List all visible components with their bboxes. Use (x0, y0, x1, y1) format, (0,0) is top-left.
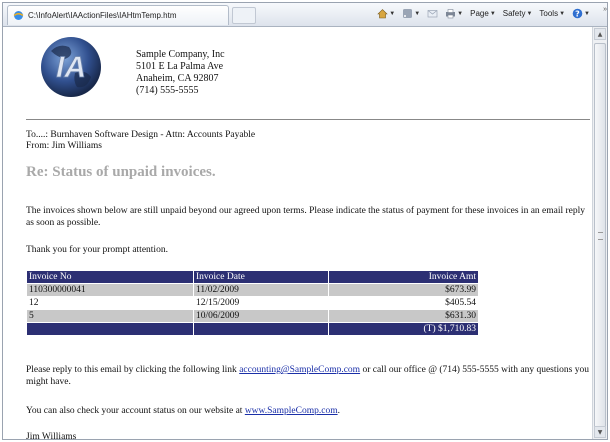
tab-title: C:\InfoAlert\IAActionFiles\IAHtmTemp.htm (28, 11, 177, 20)
company-name: Sample Company, Inc (136, 49, 225, 60)
invoice-date: 10/06/2009 (193, 309, 329, 323)
invoice-table-header: Invoice No Invoice Date Invoice Amt (26, 270, 479, 284)
toolbar-overflow-chevron[interactable]: » (603, 6, 607, 13)
browser-toolbar: C:\InfoAlert\IAActionFiles\IAHtmTemp.htm… (3, 3, 607, 27)
print-button[interactable]: ▼ (445, 8, 463, 19)
company-street: 5101 E La Palma Ave (136, 61, 224, 72)
reply-paragraph: Please reply to this email by clicking t… (26, 364, 591, 388)
website-link[interactable]: www.SampleComp.com (245, 406, 338, 416)
invoice-no: 110300000041 (26, 283, 194, 297)
accounting-email-link[interactable]: accounting@SampleComp.com (239, 365, 360, 375)
help-button[interactable]: ? ▼ (572, 8, 590, 19)
status-suffix: . (337, 406, 340, 416)
column-header-invoice-amt: Invoice Amt (328, 270, 479, 284)
company-address: Sample Company, Inc 5101 E La Palma Ave … (136, 49, 225, 97)
tools-menu-label: Tools (539, 9, 559, 18)
invoice-date: 11/02/2009 (193, 283, 329, 297)
invoice-amt: $673.99 (328, 283, 479, 297)
page-menu-label: Page (470, 9, 489, 18)
home-icon (377, 9, 388, 19)
invoice-total-row: (T) $1,710.83 (26, 322, 479, 336)
chevron-down-icon: ▼ (489, 10, 496, 17)
new-tab-button[interactable] (232, 7, 256, 24)
page-content: IA Sample Company, Inc 5101 E La Palma A… (3, 27, 592, 439)
page-menu[interactable]: Page ▼ (470, 9, 496, 18)
browser-window: C:\InfoAlert\IAActionFiles\IAHtmTemp.htm… (2, 2, 608, 440)
table-row: 12 12/15/2009 $405.54 (26, 296, 479, 310)
help-icon: ? (572, 8, 583, 19)
email-thanks: Thank you for your prompt attention. (26, 245, 168, 255)
chevron-down-icon: ▼ (414, 10, 421, 17)
invoice-no: 5 (26, 309, 194, 323)
read-mail-button[interactable] (427, 8, 438, 19)
table-row: 5 10/06/2009 $631.30 (26, 309, 479, 323)
print-icon (446, 9, 456, 19)
invoice-table: Invoice No Invoice Date Invoice Amt 1103… (26, 270, 479, 336)
email-signature: Jim Williams (26, 432, 77, 439)
scroll-up-button[interactable]: ▲ (594, 28, 606, 40)
email-from: From: Jim Williams (26, 141, 102, 151)
column-header-invoice-no: Invoice No (26, 270, 194, 284)
chevron-down-icon: ▼ (559, 10, 566, 17)
company-logo: IA (41, 37, 101, 97)
ie-page-icon (13, 11, 24, 20)
scrollbar-grip (598, 232, 603, 240)
invoice-amt: $405.54 (328, 296, 479, 310)
company-city: Anaheim, CA 92807 (136, 73, 219, 84)
invoice-total: (T) $1,710.83 (328, 322, 479, 336)
status-prefix: You can also check your account status o… (26, 406, 243, 416)
read-mail-icon (427, 10, 438, 18)
vertical-scrollbar[interactable]: ▲ ▼ (592, 27, 607, 439)
email-subject: Re: Status of unpaid invoices. (26, 164, 216, 180)
home-button[interactable]: ▼ (377, 8, 395, 19)
tools-menu[interactable]: Tools ▼ (539, 9, 565, 18)
command-bar: ▼ ▼ ▼ Page ▼ Safety ▼ Tools ▼ ? ▼ (377, 8, 603, 19)
svg-text:IA: IA (56, 51, 86, 84)
company-phone: (714) 555-5555 (136, 85, 199, 96)
chevron-down-icon: ▼ (457, 10, 464, 17)
invoice-date: 12/15/2009 (193, 296, 329, 310)
invoice-amt: $631.30 (328, 309, 479, 323)
reply-prefix: Please reply to this email by clicking t… (26, 365, 237, 375)
scroll-down-button[interactable]: ▼ (594, 426, 606, 438)
svg-text:?: ? (575, 9, 580, 18)
column-header-invoice-date: Invoice Date (193, 270, 329, 284)
feeds-button[interactable]: ▼ (402, 8, 420, 19)
browser-tab[interactable]: C:\InfoAlert\IAActionFiles\IAHtmTemp.htm (7, 5, 229, 25)
scrollbar-thumb[interactable] (594, 43, 606, 431)
safety-menu[interactable]: Safety ▼ (503, 9, 533, 18)
safety-menu-label: Safety (502, 9, 526, 18)
email-body: The invoices shown below are still unpai… (26, 206, 586, 228)
header-divider (26, 119, 590, 120)
chevron-down-icon: ▼ (526, 10, 533, 17)
chevron-down-icon: ▼ (584, 10, 590, 17)
status-paragraph: You can also check your account status o… (26, 405, 340, 417)
feeds-icon (403, 9, 413, 18)
table-row: 110300000041 11/02/2009 $673.99 (26, 283, 479, 297)
chevron-down-icon: ▼ (389, 10, 396, 17)
invoice-no: 12 (26, 296, 194, 310)
